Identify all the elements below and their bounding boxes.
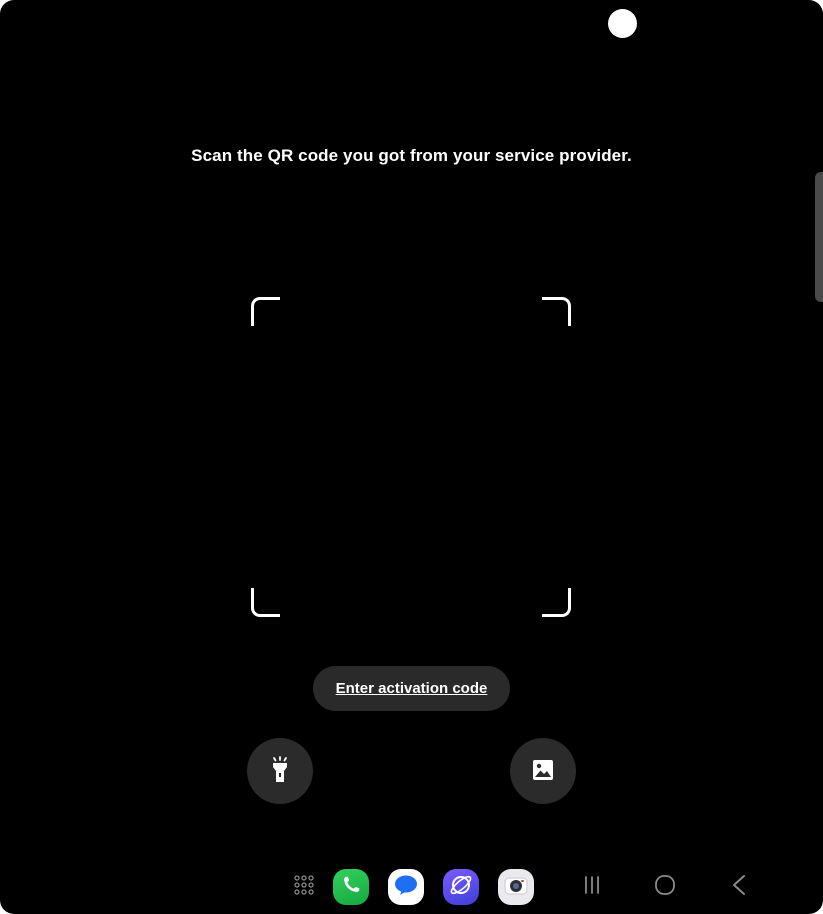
recent-apps-icon	[582, 875, 602, 900]
scan-frame-corner-top-right	[542, 297, 571, 326]
phone-app-button[interactable]	[333, 869, 369, 905]
messages-app-button[interactable]	[388, 869, 424, 905]
app-grid-icon	[293, 874, 315, 901]
back-icon	[730, 874, 748, 901]
scan-frame-corner-bottom-left	[251, 588, 280, 617]
internet-app-button[interactable]	[443, 869, 479, 905]
enter-activation-code-button[interactable]: Enter activation code	[313, 666, 510, 711]
front-camera-cutout	[608, 9, 637, 38]
home-icon	[654, 874, 676, 901]
recent-apps-button[interactable]	[577, 872, 607, 902]
back-button[interactable]	[724, 872, 754, 902]
qr-scan-frame	[251, 297, 571, 617]
scan-frame-corner-top-left	[251, 297, 280, 326]
app-drawer-button[interactable]	[286, 869, 322, 905]
home-button[interactable]	[650, 872, 680, 902]
camera-icon	[503, 873, 529, 902]
camera-app-button[interactable]	[498, 869, 534, 905]
image-gallery-icon	[531, 758, 555, 785]
flashlight-icon	[268, 755, 292, 787]
messages-icon	[393, 873, 419, 902]
gallery-button[interactable]	[510, 738, 576, 804]
scan-frame-corner-bottom-right	[542, 588, 571, 617]
phone-icon	[340, 874, 362, 901]
internet-icon	[449, 873, 473, 902]
edge-panel-handle[interactable]	[815, 172, 823, 302]
flashlight-button[interactable]	[247, 738, 313, 804]
qr-scan-screen: Scan the QR code you got from your servi…	[0, 0, 823, 914]
scan-instruction: Scan the QR code you got from your servi…	[191, 146, 632, 165]
